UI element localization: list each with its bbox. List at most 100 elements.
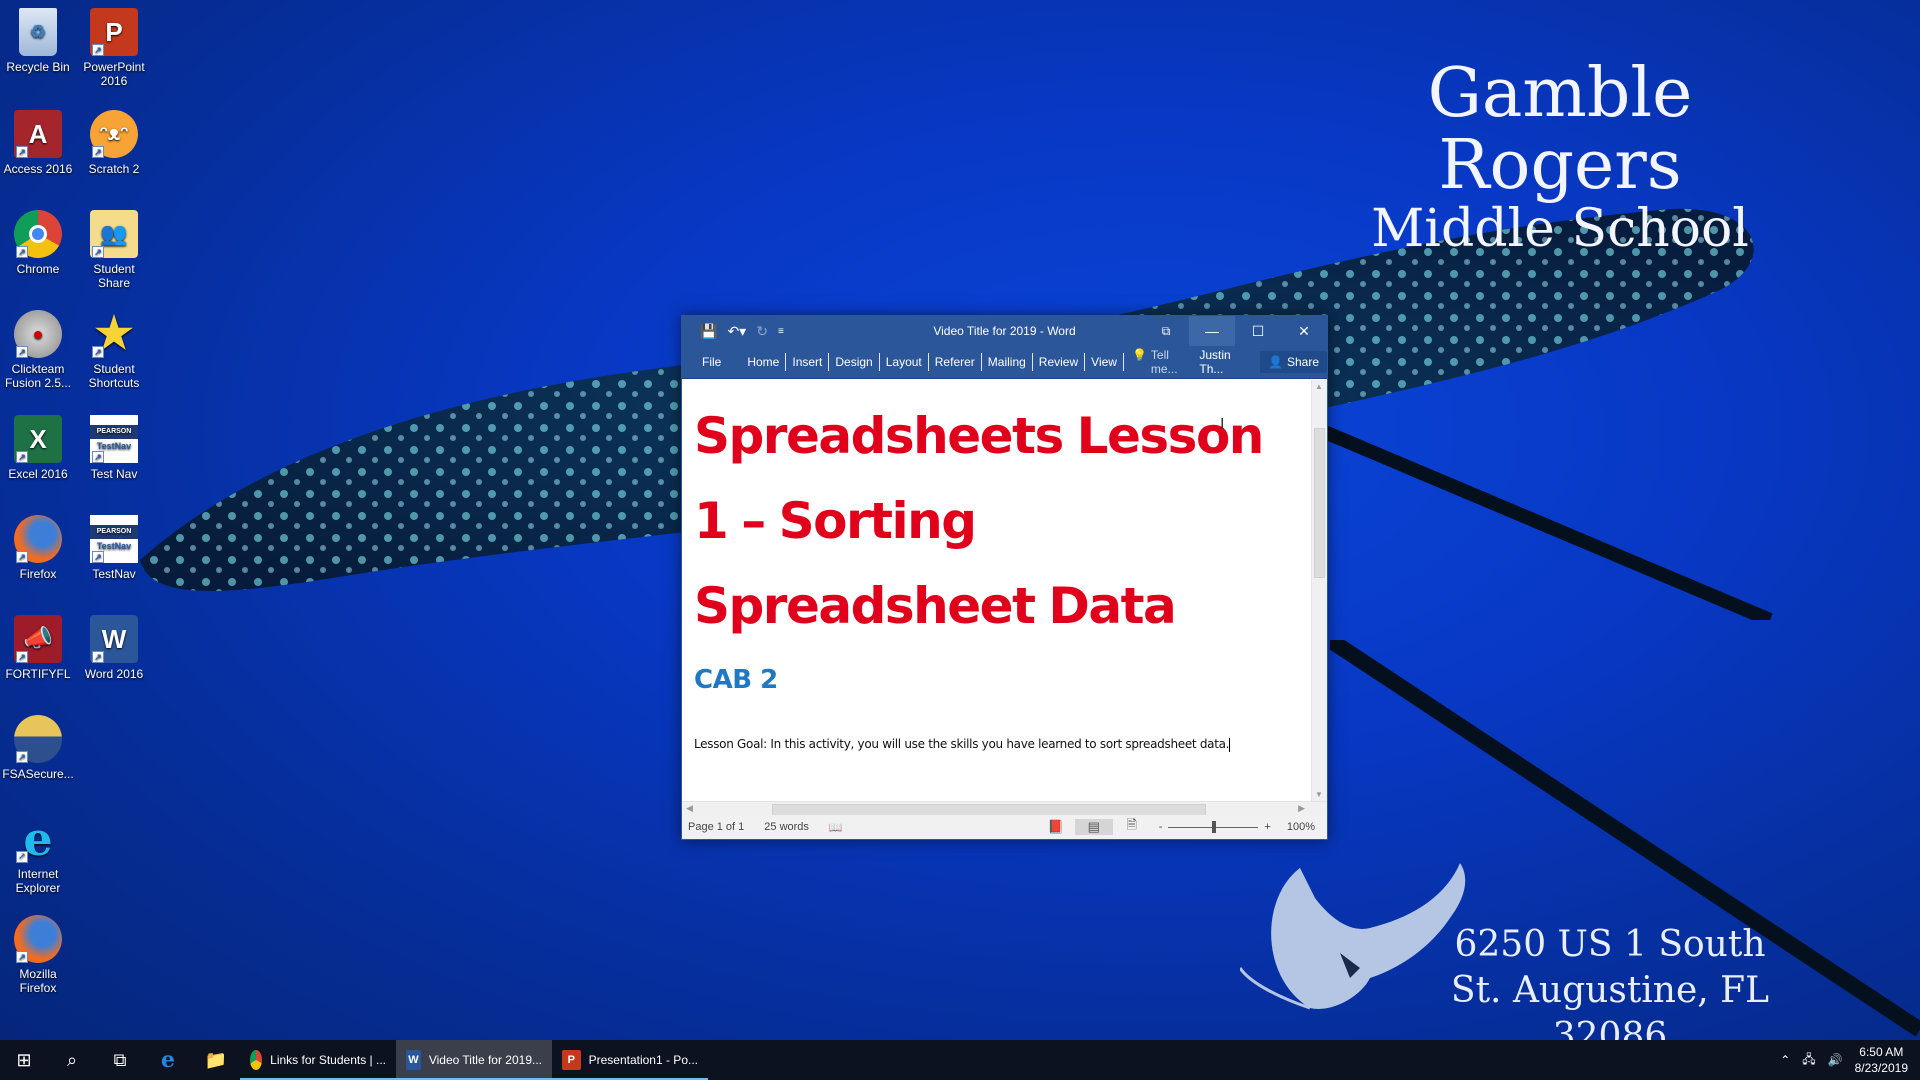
proofing-icon[interactable]: 📖 xyxy=(829,821,843,834)
tab-home[interactable]: Home xyxy=(741,353,787,371)
user-account[interactable]: Justin Th... xyxy=(1199,348,1246,376)
maximize-button[interactable]: ☐ xyxy=(1235,316,1281,346)
print-layout-icon[interactable]: ▤ xyxy=(1074,819,1113,835)
word-window: 💾 ↶▾ ↻ ≡ Video Title for 2019 - Word ⧉ —… xyxy=(681,315,1328,840)
desktop-icon-label: Access 2016 xyxy=(3,162,73,176)
show-hidden-icons-chevron-icon[interactable]: ⌃ xyxy=(1780,1053,1790,1067)
zoom-in-button[interactable]: + xyxy=(1264,821,1270,833)
desktop-icon-internet-explorer[interactable]: e ↗ Internet Explorer xyxy=(0,815,76,895)
ibeam-cursor-icon: I xyxy=(1220,416,1225,433)
tab-layout[interactable]: Layout xyxy=(880,353,929,371)
desktop-icon-access[interactable]: A ↗ Access 2016 xyxy=(0,110,76,176)
scroll-up-arrow-icon[interactable]: ▲ xyxy=(1315,382,1323,391)
vertical-scroll-thumb[interactable] xyxy=(1314,428,1325,578)
taskbar-app-chrome[interactable]: Links for Students | ... xyxy=(240,1040,396,1080)
desktop-icon-label: Firefox xyxy=(19,567,57,581)
desktop-icon-label: FSASecure... xyxy=(2,767,74,781)
desktop-icon-firefox[interactable]: ↗ Firefox xyxy=(0,515,76,581)
desktop-icon-testnav[interactable]: PEARSON TestNav ↗ TestNav xyxy=(76,515,152,581)
start-button[interactable]: ⊞ xyxy=(0,1040,48,1080)
zoom-slider-handle[interactable] xyxy=(1212,820,1217,833)
desktop-icon-chrome[interactable]: ↗ Chrome xyxy=(0,210,76,276)
tab-file[interactable]: File xyxy=(702,353,721,371)
desktop-icon-label: Mozilla Firefox xyxy=(19,967,57,995)
taskbar-app-word[interactable]: W Video Title for 2019... xyxy=(396,1040,552,1080)
tab-review[interactable]: Review xyxy=(1033,353,1086,371)
share-person-icon: 👤 xyxy=(1268,355,1283,369)
customize-qat-icon[interactable]: ≡ xyxy=(778,326,784,337)
word-count[interactable]: 25 words xyxy=(764,821,809,833)
zoom-out-button[interactable]: - xyxy=(1159,821,1163,833)
chrome-icon: ↗ xyxy=(14,210,62,258)
testnav-icon: PEARSON TestNav ↗ xyxy=(90,415,138,463)
desktop-icon-excel[interactable]: X ↗ Excel 2016 xyxy=(0,415,76,481)
edge-taskbar-button[interactable]: e xyxy=(144,1040,192,1080)
page-count[interactable]: Page 1 of 1 xyxy=(688,821,744,833)
clock[interactable]: 6:50 AM 8/23/2019 xyxy=(1855,1044,1908,1076)
desktop-icon-student-shortcuts[interactable]: ★ ↗ Student Shortcuts xyxy=(76,310,152,391)
read-mode-icon[interactable]: 📕 xyxy=(1037,819,1075,835)
star-icon: ★ ↗ xyxy=(90,310,138,358)
tell-me-label: Tell me... xyxy=(1150,348,1178,376)
document-area[interactable]: Spreadsheets Lesson 1 – Sorting Spreadsh… xyxy=(682,380,1327,801)
close-button[interactable]: ✕ xyxy=(1281,316,1327,346)
zoom-level[interactable]: 100% xyxy=(1287,821,1315,833)
tab-design[interactable]: Design xyxy=(829,353,880,371)
lightbulb-icon: 💡 xyxy=(1131,348,1147,362)
tab-insert[interactable]: Insert xyxy=(786,353,830,371)
vertical-scrollbar[interactable]: ▲ ▼ xyxy=(1311,380,1327,801)
tell-me-box[interactable]: 💡 Tell me... xyxy=(1132,348,1185,376)
undo-icon[interactable]: ↶▾ xyxy=(727,323,746,340)
school-name-line2: Middle School xyxy=(1371,199,1749,259)
share-label: Share xyxy=(1286,355,1319,369)
task-view-icon: ⧉ xyxy=(113,1049,127,1070)
pearson-label: PEARSON xyxy=(90,525,138,539)
tab-mailings[interactable]: Mailing xyxy=(982,353,1033,371)
desktop-icon-test-nav[interactable]: PEARSON TestNav ↗ Test Nav xyxy=(76,415,152,481)
desktop-icon-scratch[interactable]: ᵔᴥᵔ ↗ Scratch 2 xyxy=(76,110,152,176)
scroll-right-arrow-icon[interactable]: ▶ xyxy=(1298,803,1305,814)
desktop-icon-fsasecure[interactable]: ↗ FSASecure... xyxy=(0,715,76,781)
firefox-icon: ↗ xyxy=(14,515,62,563)
clock-date: 8/23/2019 xyxy=(1854,1061,1908,1075)
access-icon: A ↗ xyxy=(14,110,62,158)
desktop-icon-recycle-bin[interactable]: ♻ Recycle Bin xyxy=(0,8,76,74)
desktop-icon-label: Chrome xyxy=(16,262,60,276)
share-button[interactable]: 👤 Share xyxy=(1260,351,1327,373)
excel-icon: X ↗ xyxy=(14,415,62,463)
tab-references[interactable]: Referer xyxy=(929,353,982,371)
tab-view[interactable]: View xyxy=(1085,353,1124,371)
scroll-down-arrow-icon[interactable]: ▼ xyxy=(1315,790,1323,799)
clickteam-icon: ● ↗ xyxy=(14,310,62,358)
desktop-icon-label: Internet Explorer xyxy=(15,867,61,895)
save-icon[interactable]: 💾 xyxy=(700,323,717,340)
web-layout-icon[interactable]: 🗎 xyxy=(1113,816,1151,838)
desktop-icon-student-share[interactable]: 👥 ↗ Student Share xyxy=(76,210,152,290)
search-button[interactable]: ⌕ xyxy=(48,1040,96,1080)
minimize-button[interactable]: — xyxy=(1189,316,1235,346)
ribbon-display-options-button[interactable]: ⧉ xyxy=(1143,316,1189,346)
volume-icon[interactable]: 🔊 xyxy=(1828,1053,1843,1067)
scroll-left-arrow-icon[interactable]: ◀ xyxy=(686,803,693,814)
status-bar: Page 1 of 1 25 words 📖 📕 ▤ 🗎 - + 100% xyxy=(682,815,1327,839)
desktop-icon-mozilla-firefox[interactable]: ↗ Mozilla Firefox xyxy=(0,915,76,995)
redo-icon[interactable]: ↻ xyxy=(756,323,768,340)
desktop-icon-label: Student Shortcuts xyxy=(88,362,140,390)
document-subheading: CAB 2 xyxy=(694,665,778,695)
desktop-icon-label: PowerPoint 2016 xyxy=(83,60,145,88)
zoom-slider[interactable] xyxy=(1168,820,1259,833)
scratch-icon: ᵔᴥᵔ ↗ xyxy=(90,110,138,158)
desktop-icon-powerpoint[interactable]: P ↗ PowerPoint 2016 xyxy=(76,8,152,88)
taskbar-app-label: Video Title for 2019... xyxy=(428,1053,542,1067)
powerpoint-icon: P xyxy=(562,1050,581,1070)
desktop-icon-label: Word 2016 xyxy=(84,667,144,681)
taskbar-app-powerpoint[interactable]: P Presentation1 - Po... xyxy=(552,1040,708,1080)
document-page: Spreadsheets Lesson 1 – Sorting Spreadsh… xyxy=(682,380,1302,752)
task-view-button[interactable]: ⧉ xyxy=(96,1040,144,1080)
file-explorer-button[interactable]: 📁 xyxy=(192,1040,240,1080)
desktop-icon-word[interactable]: W ↗ Word 2016 xyxy=(76,615,152,681)
desktop-icon-fortifyfl[interactable]: 📣 ↗ FORTIFYFL xyxy=(0,615,76,681)
desktop-icon-clickteam[interactable]: ● ↗ Clickteam Fusion 2.5... xyxy=(0,310,76,390)
text-caret xyxy=(1229,737,1231,752)
network-icon[interactable]: 🖧 xyxy=(1802,1050,1815,1071)
